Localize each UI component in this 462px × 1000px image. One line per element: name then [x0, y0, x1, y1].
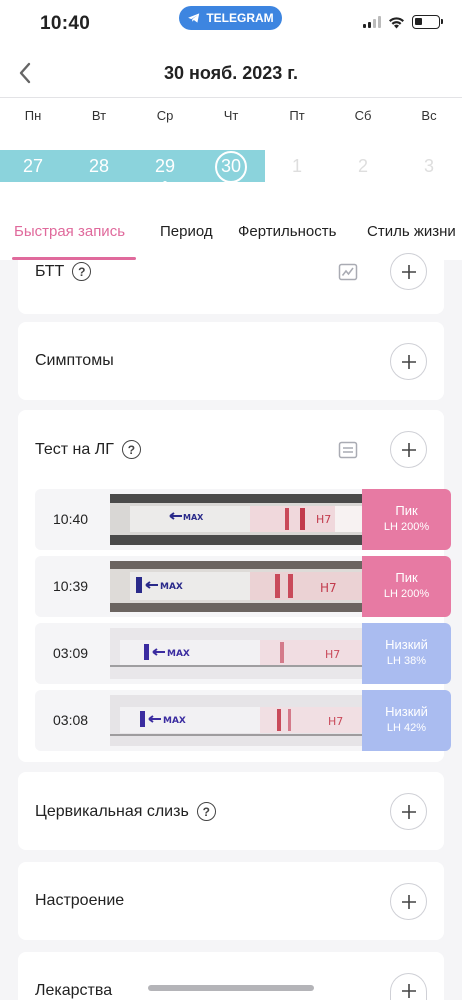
day-entry-dot — [229, 181, 233, 185]
lh-value: LH 200% — [383, 588, 430, 600]
lh-result-badge: Пик LH 200% — [362, 556, 451, 617]
lh-test-card: Тест на ЛГ ? 10:40 MAX H7 Пик LH 200% 10… — [18, 410, 451, 762]
help-icon[interactable]: ? — [72, 262, 92, 281]
calendar-day[interactable]: 3 — [396, 154, 462, 178]
calendar-day[interactable]: 29 — [132, 154, 198, 178]
chart-icon[interactable] — [338, 262, 358, 282]
add-bbt-button[interactable] — [390, 253, 427, 290]
lh-entry-time: 10:39 — [53, 578, 89, 594]
svg-text:MAX: MAX — [160, 582, 183, 592]
telegram-pill[interactable]: TELEGRAM — [179, 6, 282, 30]
card-title: Цервикальная слизь — [35, 802, 189, 820]
calendar-day[interactable]: 28 — [66, 154, 132, 178]
page-title: 30 нояб. 2023 г. — [163, 63, 298, 83]
lh-value: LH 42% — [386, 722, 427, 734]
tab-period[interactable]: Период — [160, 223, 213, 240]
bbt-card: БТТ ? — [18, 253, 444, 314]
weekday-label: Чт — [223, 108, 239, 123]
cervical-card: Цервикальная слизь ? — [18, 772, 444, 850]
tab-bar: Быстрая запись Период Фертильность Стиль… — [0, 208, 462, 260]
calendar-day-selected[interactable]: 30 — [198, 154, 264, 178]
telegram-icon — [188, 13, 200, 23]
svg-text:MAX: MAX — [163, 716, 186, 726]
lh-strip-photo: MAX H7 — [110, 628, 363, 679]
svg-text:H7: H7 — [320, 581, 337, 595]
lh-result-badge: Пик LH 200% — [362, 489, 451, 550]
lh-level: Низкий — [385, 637, 428, 652]
card-title: Настроение — [35, 892, 125, 909]
lh-entry-time: 03:08 — [53, 712, 89, 728]
lh-entry-row[interactable]: 03:09 MAX H7 Низкий LH 38% — [35, 623, 451, 684]
calendar-day[interactable]: 1 — [264, 154, 330, 178]
weekday-label: Ср — [156, 108, 174, 123]
card-title: БТТ — [35, 262, 65, 280]
tab-quick-entry[interactable]: Быстрая запись — [14, 223, 125, 240]
card-title: Лекарства — [35, 982, 113, 999]
lh-value: LH 38% — [386, 655, 427, 667]
tab-fertility[interactable]: Фертильность — [238, 223, 336, 240]
calendar-day[interactable]: 2 — [330, 154, 396, 178]
symptoms-card: Симптомы — [18, 322, 444, 400]
system-icons — [363, 15, 443, 29]
lh-result-badge: Низкий LH 42% — [362, 690, 451, 751]
lh-level: Пик — [395, 503, 418, 518]
plus-icon — [401, 354, 416, 369]
svg-text:MAX: MAX — [167, 649, 190, 659]
lh-entry-row[interactable]: 03:08 MAX H7 Низкий LH 42% — [35, 690, 451, 751]
lh-level: Низкий — [385, 704, 428, 719]
calendar-day[interactable]: 27 — [0, 154, 66, 178]
plus-icon — [401, 442, 416, 457]
lh-strip-photo: MAX H7 — [110, 695, 363, 746]
battery-icon — [412, 15, 443, 29]
plus-icon — [401, 264, 416, 279]
status-time: 10:40 — [40, 13, 91, 34]
tab-lifestyle[interactable]: Стиль жизни — [367, 223, 456, 240]
lh-level: Пик — [395, 570, 418, 585]
help-icon[interactable]: ? — [196, 802, 216, 821]
status-bar: 10:40 TELEGRAM — [0, 0, 462, 48]
cervical-title-row: Цервикальная слизь ? — [35, 802, 216, 821]
weekday-label: Пт — [289, 108, 305, 123]
lh-entry-time: 10:40 — [53, 511, 89, 527]
card-title: Тест на ЛГ — [35, 440, 114, 458]
weekday-label: Пн — [24, 108, 42, 123]
weekday-label: Вс — [421, 108, 437, 123]
lh-entry-row[interactable]: 10:39 MAX H7 Пик LH 200% — [35, 556, 451, 617]
lh-entry-row[interactable]: 10:40 MAX H7 Пик LH 200% — [35, 489, 451, 550]
svg-text:MAX: MAX — [183, 513, 204, 522]
lh-strip-photo: MAX H7 — [110, 494, 363, 545]
telegram-label: TELEGRAM — [206, 11, 274, 25]
home-indicator[interactable] — [148, 985, 314, 991]
card-title: Симптомы — [35, 352, 114, 369]
help-icon[interactable]: ? — [121, 440, 141, 459]
add-mood-button[interactable] — [390, 883, 427, 920]
add-cervical-button[interactable] — [390, 793, 427, 830]
weekday-label: Вт — [91, 108, 107, 123]
wifi-icon — [389, 16, 404, 28]
add-lh-test-button[interactable] — [390, 431, 427, 468]
mood-card: Настроение — [18, 862, 444, 940]
bbt-title-row: БТТ ? — [35, 262, 92, 281]
header: 30 нояб. 2023 г. — [0, 48, 462, 98]
plus-icon — [401, 984, 416, 998]
day-entry-dot — [163, 181, 167, 185]
plus-icon — [401, 804, 416, 819]
lh-result-badge: Низкий LH 38% — [362, 623, 451, 684]
lh-value: LH 200% — [383, 521, 430, 533]
svg-text:H7: H7 — [328, 715, 343, 728]
signal-icon — [363, 16, 381, 28]
week-calendar: Пн Вт Ср Чт Пт Сб Вс 27 28 29 30 1 2 3 — [0, 98, 462, 208]
plus-icon — [401, 894, 416, 909]
weekday-label: Сб — [354, 108, 372, 123]
add-symptom-button[interactable] — [390, 343, 427, 380]
lh-entry-time: 03:09 — [53, 645, 89, 661]
list-icon[interactable] — [338, 440, 358, 460]
add-meds-button[interactable] — [390, 973, 427, 1000]
lh-title-row: Тест на ЛГ ? — [35, 440, 141, 459]
svg-text:H7: H7 — [325, 648, 340, 661]
lh-strip-photo: MAX H7 — [110, 561, 363, 612]
meds-card: Лекарства — [18, 952, 444, 1000]
svg-text:H7: H7 — [316, 513, 331, 526]
